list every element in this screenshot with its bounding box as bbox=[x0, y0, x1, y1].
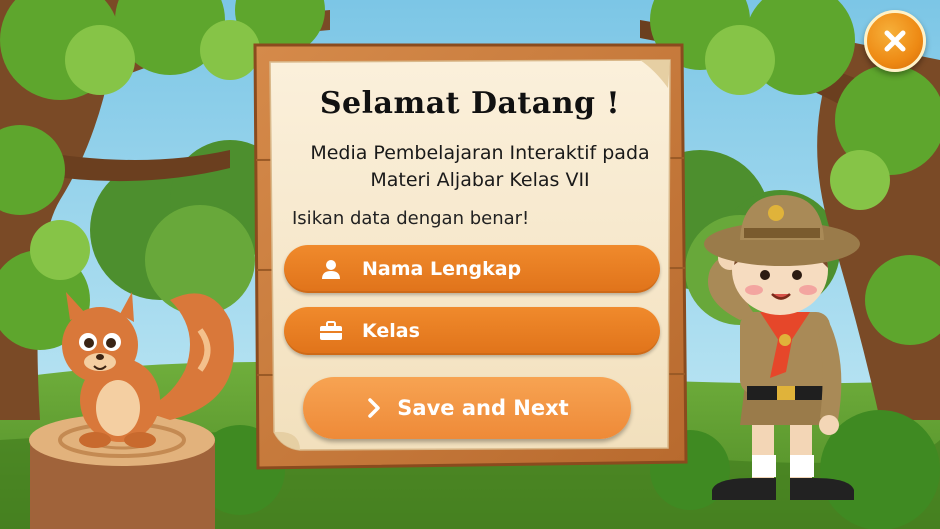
save-button-label: Save and Next bbox=[397, 396, 569, 420]
save-and-next-button[interactable]: Save and Next bbox=[303, 377, 631, 439]
name-field-label: Nama Lengkap bbox=[362, 258, 522, 280]
close-icon bbox=[884, 30, 906, 52]
chevron-right-icon bbox=[368, 398, 381, 418]
subtitle-line-2: Materi Aljabar Kelas VII bbox=[370, 169, 590, 191]
app-subtitle: Media Pembelajaran Interaktif pada Mater… bbox=[270, 140, 690, 194]
subtitle-line-1: Media Pembelajaran Interaktif pada bbox=[310, 142, 650, 164]
welcome-title: Selamat Datang ! bbox=[319, 86, 621, 121]
briefcase-icon bbox=[318, 320, 344, 342]
class-field[interactable]: Kelas bbox=[284, 307, 660, 355]
class-field-label: Kelas bbox=[362, 320, 420, 342]
close-button[interactable] bbox=[864, 10, 926, 72]
form-instruction: Isikan data dengan benar! bbox=[292, 208, 530, 229]
name-field[interactable]: Nama Lengkap bbox=[284, 245, 660, 293]
user-icon bbox=[318, 258, 344, 280]
